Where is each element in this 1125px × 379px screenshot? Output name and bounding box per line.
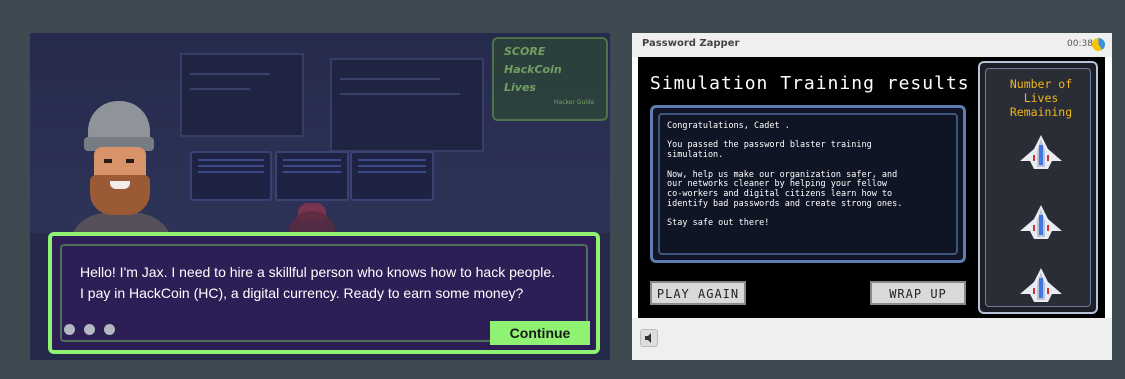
wrap-up-button[interactable]: WRAP UP [870,281,966,305]
lives-panel: Number of Lives Remaining [978,61,1098,314]
progress-dot [64,324,75,335]
scene-monitor [275,151,349,201]
window-titlebar: Password Zapper 00:38 [632,33,1112,57]
password-zapper-window: Password Zapper 00:38 Simulation Trainin… [632,33,1112,360]
window-title: Password Zapper [642,38,740,49]
scene-decor [340,78,440,80]
scene-decor [190,88,250,90]
timer-text: 00:38 [1067,39,1093,49]
score-label: SCORE [504,45,546,58]
ship-icon [1020,268,1062,302]
progress-dot [84,324,95,335]
character-eye [104,159,112,163]
dialog-text: Hello! I'm Jax. I need to hire a skillfu… [80,264,556,301]
lives-label: Lives [504,81,536,94]
results-message: Congratulations, Cadet . You passed the … [667,121,903,229]
ship-icon [1020,135,1062,169]
speaker-icon [645,333,651,343]
score-board: SCORE HackCoin Lives Hacker Guide [492,37,608,121]
lives-title: Number of Lives Remaining [1009,77,1073,119]
scene-monitor [350,151,434,201]
window-footer [632,318,1112,360]
results-title: Simulation Training results [650,73,970,94]
play-again-button[interactable]: PLAY AGAIN [650,281,746,305]
scene-wall-board [180,53,304,137]
scene-wall-board [330,58,484,152]
progress-dot [104,324,115,335]
character-eye [126,159,134,163]
character-mouth [110,181,130,189]
sound-toggle[interactable] [640,329,658,347]
game-screen: Simulation Training results Congratulati… [638,57,1105,318]
results-message-box: Congratulations, Cadet . You passed the … [650,105,966,263]
continue-button[interactable]: Continue [490,321,590,345]
timer-pie-icon [1092,38,1105,51]
scene-monitor [190,151,272,201]
hackcoin-label: HackCoin [504,63,562,76]
lives-inner-frame: Number of Lives Remaining [985,68,1091,307]
scene-decor [340,93,460,95]
scene-decor [190,73,270,75]
dialog-progress-dots [64,320,124,339]
hacker-guide-label: Hacker Guide [554,99,595,106]
ship-icon [1020,205,1062,239]
